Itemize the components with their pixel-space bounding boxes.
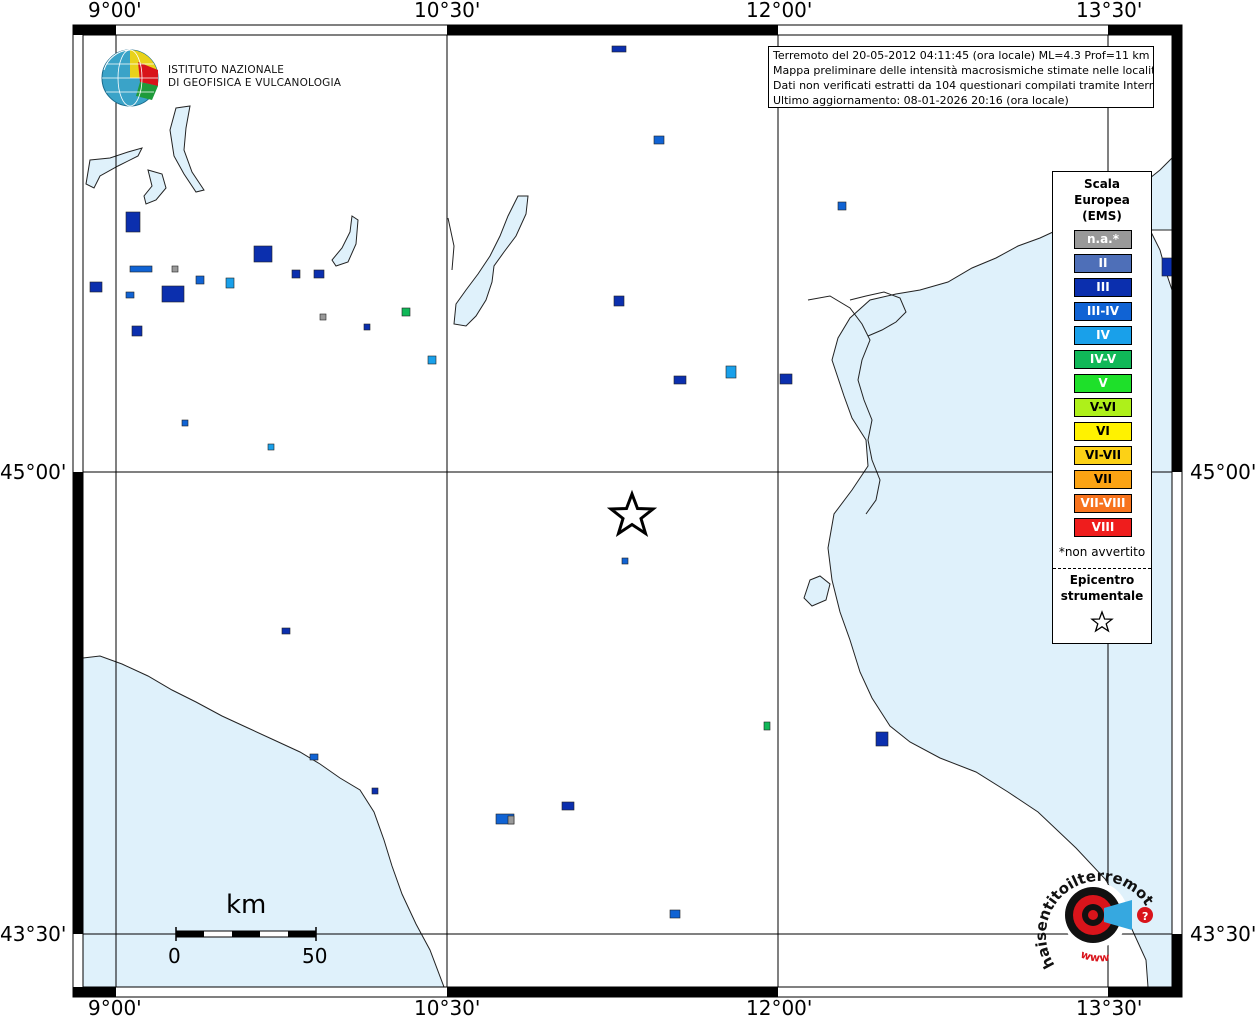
ingv-logo-icon — [101, 49, 159, 107]
ems-legend: Scala Europea (EMS) n.a.* II III III-IV IV IV… — [1052, 171, 1152, 644]
legend-class-3: III-IV — [1074, 302, 1132, 321]
legend-class-7: V-VI — [1074, 398, 1132, 417]
legend-title-line1: Scala — [1083, 177, 1121, 191]
ingv-org-line1: ISTITUTO NAZIONALE — [168, 64, 285, 76]
event-info-line3: Dati non verificati estratti da 104 ques… — [773, 79, 1154, 92]
event-info-line4: Ultimo aggiornamento: 08-01-2026 20:16 (… — [773, 94, 1069, 107]
legend-class-1: II — [1074, 254, 1132, 273]
legend-class-9: VI-VII — [1074, 446, 1132, 465]
legend-title-line2: Europea — [1074, 193, 1130, 207]
legend-class-11: VII-VIII — [1074, 494, 1132, 513]
legend-note: *non avvertito — [1058, 545, 1146, 559]
legend-class-12: VIII — [1074, 518, 1132, 537]
legend-class-4: IV — [1074, 326, 1132, 345]
hsit-text-inner: www — [1079, 948, 1110, 965]
legend-title: Scala Europea (EMS) — [1053, 176, 1151, 224]
legend-class-8: VI — [1074, 422, 1132, 441]
legend-class-0: n.a.* — [1074, 230, 1132, 249]
hsit-watermark: haisentitoilterremoto.it www — [1025, 845, 1157, 972]
legend-epicenter-line2: strumentale — [1060, 589, 1144, 603]
legend-class-6: V — [1074, 374, 1132, 393]
legend-epicenter-line1: Epicentro — [1069, 573, 1135, 587]
event-info-line1: Terremoto del 20-05-2012 04:11:45 (ora l… — [773, 49, 1150, 62]
legend-class-10: VII — [1074, 470, 1132, 489]
legend-separator — [1053, 568, 1151, 569]
event-info-line2: Mappa preliminare delle intensità macros… — [773, 64, 1154, 77]
legend-title-line3: (EMS) — [1082, 209, 1122, 223]
ingv-org-line2: DI GEOFISICA E VULCANOLOGIA — [168, 77, 342, 89]
legend-class-5: IV-V — [1074, 350, 1132, 369]
ingv-org-name: ISTITUTO NAZIONALE DI GEOFISICA E VULCAN… — [168, 64, 341, 90]
legend-class-2: III — [1074, 278, 1132, 297]
event-info-box: Terremoto del 20-05-2012 04:11:45 (ora l… — [768, 46, 1154, 108]
legend-star-icon — [1090, 610, 1114, 633]
scale-start: 0 — [168, 944, 181, 968]
legend-epicenter-label: Epicentro strumentale — [1053, 572, 1151, 604]
scale-end: 50 — [302, 944, 328, 968]
scale-unit: km — [226, 890, 267, 920]
